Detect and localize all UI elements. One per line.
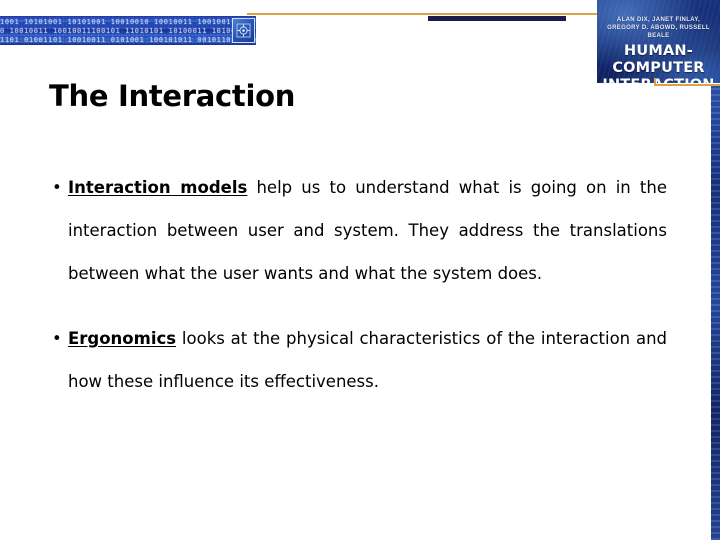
bullet-lead-term: Ergonomics — [68, 329, 177, 348]
binary-row: 1001 10101001 10101001 10010010 10010011… — [0, 18, 256, 26]
bullet-marker: • — [52, 329, 62, 348]
page-title: The Interaction — [49, 79, 296, 113]
header-gold-rule — [247, 13, 603, 15]
book-cover-image: ALAN DIX, JANET FINLAY, GREGORY D. ABOWD… — [597, 0, 720, 83]
book-authors-line-1: ALAN DIX, JANET FINLAY, — [616, 17, 701, 23]
list-item: • Interaction models help us to understa… — [49, 166, 667, 295]
book-title-line-1: HUMAN-COMPUTER — [612, 43, 705, 76]
header-navy-bar — [428, 16, 566, 21]
binary-row: 0 10010011 10010011100101 11010101 10100… — [0, 27, 256, 35]
binary-row: 1101 01001101 10010011 0101001 100101011… — [0, 36, 256, 44]
bullet-lead-term: Interaction models — [68, 178, 248, 197]
bullet-marker: • — [52, 178, 62, 197]
book-authors-line-2: GREGORY D. ABOWD, RUSSELL BEALE — [607, 25, 710, 39]
right-edge-blue-strip — [711, 86, 720, 540]
slide-canvas: 1001 10101001 10101001 10010010 10010011… — [0, 0, 720, 540]
digital-banner: 1001 10101001 10101001 10010010 10010011… — [0, 16, 256, 45]
slide-body: • Interaction models help us to understa… — [49, 166, 667, 403]
digital-badge-icon — [232, 18, 255, 43]
list-item: • Ergonomics looks at the physical chara… — [49, 317, 667, 403]
binary-texture: 1001 10101001 10101001 10010010 10010011… — [0, 18, 256, 44]
book-authors: ALAN DIX, JANET FINLAY, GREGORY D. ABOWD… — [597, 16, 720, 40]
book-title-line-2: INTERACTION — [597, 77, 720, 83]
